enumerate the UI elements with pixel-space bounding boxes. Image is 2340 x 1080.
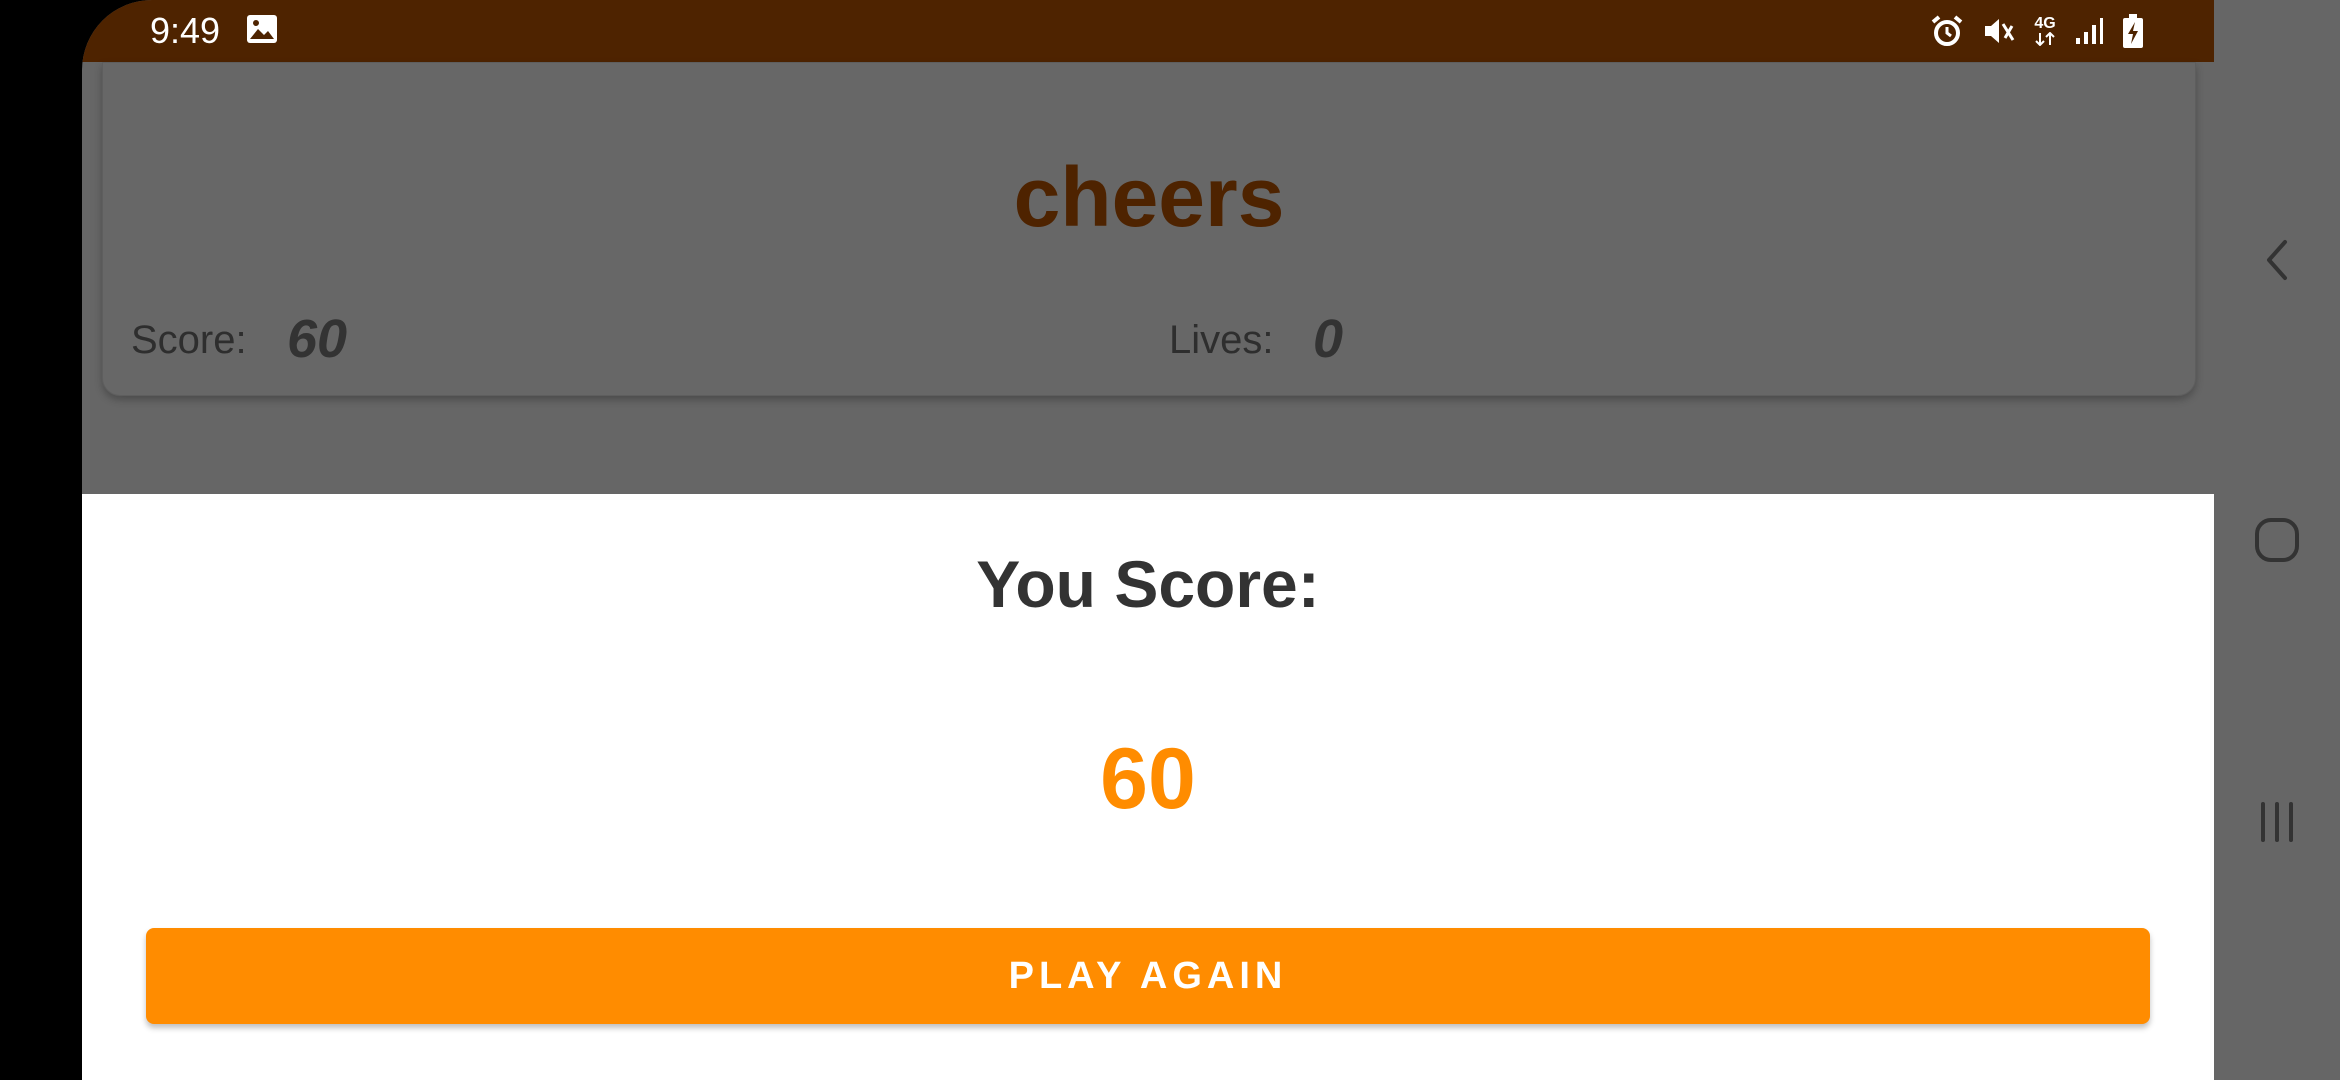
lives-label: Lives: bbox=[1169, 318, 1274, 362]
game-card: cheers Score: 60 Lives: 0 bbox=[102, 62, 2196, 396]
screen: 9:49 4G cheers Score: 60 Lives: 0 You Sc… bbox=[0, 0, 2340, 1080]
app-window: 9:49 4G cheers Score: 60 Lives: 0 You Sc… bbox=[82, 0, 2214, 1080]
status-time: 9:49 bbox=[150, 10, 221, 51]
alarm-icon bbox=[1930, 14, 1964, 48]
gallery-icon bbox=[246, 14, 278, 44]
status-bar: 9:49 4G bbox=[82, 0, 2214, 62]
current-word: cheers bbox=[1013, 150, 1285, 244]
final-score: 60 bbox=[1100, 731, 1196, 827]
navigation-bar bbox=[2214, 0, 2340, 1080]
score-label: Score: bbox=[131, 318, 247, 362]
recent-apps-icon[interactable] bbox=[2227, 772, 2327, 872]
signal-icon bbox=[2074, 16, 2104, 46]
battery-charging-icon bbox=[2122, 13, 2144, 49]
game-over-dialog: You Score: 60 PLAY AGAIN bbox=[82, 494, 2214, 1080]
home-icon[interactable] bbox=[2227, 490, 2327, 590]
score-value: 60 bbox=[287, 309, 348, 369]
dialog-title: You Score: bbox=[976, 547, 1320, 621]
lives-value: 0 bbox=[1313, 309, 1344, 369]
play-again-button[interactable]: PLAY AGAIN bbox=[146, 928, 2150, 1024]
status-icons: 4G bbox=[1930, 10, 2144, 52]
network-4g-icon: 4G bbox=[2034, 16, 2056, 46]
back-icon[interactable] bbox=[2227, 210, 2327, 310]
mute-icon bbox=[1982, 14, 2016, 48]
